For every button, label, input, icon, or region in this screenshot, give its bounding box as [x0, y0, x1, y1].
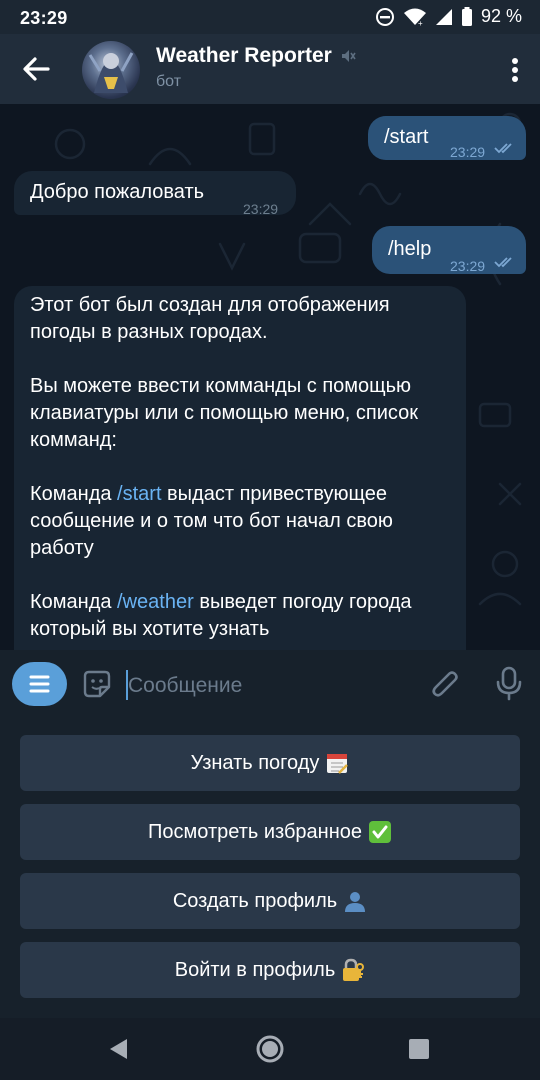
bust-silhouette-emoji-icon	[345, 892, 366, 912]
chat-subtitle: бот	[156, 73, 182, 90]
help-paragraph-start: Команда /start выдаст привествующее сооб…	[30, 483, 393, 559]
message-incoming-help[interactable]: Этот бот был создан для отображения пого…	[14, 286, 466, 650]
message-outgoing[interactable]: /start 23:29	[368, 116, 526, 160]
message-text: Добро пожаловать	[30, 181, 205, 203]
more-vert-icon[interactable]	[510, 55, 520, 85]
bot-name: Weather Reporter	[156, 44, 332, 67]
message-time: 23:29	[243, 201, 279, 217]
do-not-disturb-icon	[375, 7, 394, 26]
message-composer: Сообщение	[0, 650, 540, 720]
keyboard-button-create-profile[interactable]: Создать профиль	[20, 873, 520, 929]
nav-home-icon[interactable]	[255, 1034, 285, 1064]
nav-back-icon[interactable]	[107, 1037, 131, 1061]
keyboard-button-login[interactable]: Войти в профиль	[20, 942, 520, 998]
bot-avatar[interactable]	[82, 41, 140, 99]
read-checkmarks-icon	[494, 257, 512, 268]
status-icons: + 92 %	[375, 6, 522, 27]
help-paragraph-usage: Вы можете ввести комманды с помощью клав…	[30, 375, 418, 451]
sticker-icon[interactable]	[80, 667, 114, 701]
status-time: 23:29	[20, 8, 68, 28]
locked-with-key-emoji-icon	[343, 958, 365, 981]
back-arrow-icon[interactable]	[20, 54, 52, 84]
keyboard-button-favorites[interactable]: Посмотреть избранное	[20, 804, 520, 860]
attach-icon[interactable]	[430, 667, 462, 703]
keyboard-button-label: Войти в профиль	[174, 958, 336, 981]
message-text: /start	[384, 126, 429, 148]
nav-recents-icon[interactable]	[408, 1038, 430, 1060]
message-incoming[interactable]: Добро пожаловать 23:29	[14, 171, 296, 217]
muted-icon	[341, 50, 356, 62]
command-link-weather[interactable]: /weather	[117, 591, 194, 613]
read-checkmarks-icon	[494, 143, 512, 154]
microphone-icon[interactable]	[495, 666, 523, 702]
keyboard-button-label: Посмотреть избранное	[148, 820, 362, 843]
check-mark-emoji-icon	[368, 821, 391, 843]
help-paragraph-intro: Этот бот был создан для отображения пого…	[30, 294, 390, 343]
bot-menu-button[interactable]	[12, 662, 67, 706]
avatar-image	[88, 52, 134, 93]
message-list[interactable]: /start 23:29 Добро пожаловать 23:29 /hel…	[0, 104, 540, 650]
keyboard-button-label: Создать профиль	[172, 889, 338, 912]
calendar-emoji-icon	[327, 754, 349, 774]
signal-icon	[435, 8, 452, 25]
menu-icon	[29, 675, 50, 693]
system-navigation-bar	[0, 1018, 540, 1080]
keyboard-button-weather[interactable]: Узнать погоду	[20, 735, 520, 791]
message-outgoing[interactable]: /help 23:29	[372, 226, 526, 274]
command-link-start[interactable]: /start	[117, 483, 161, 505]
svg-text:+: +	[418, 19, 423, 27]
battery-percent: 92 %	[480, 6, 522, 26]
status-bar: 23:29 + 92 %	[0, 0, 540, 34]
bot-reply-keyboard: Узнать погоду Посмотреть избранное Созда…	[0, 720, 540, 1018]
keyboard-button-label: Узнать погоду	[190, 751, 320, 774]
help-paragraph-weather: Команда /weather выведет погоду города к…	[30, 591, 412, 640]
chat-header: Weather Reporter бот	[0, 34, 540, 104]
battery-icon	[461, 6, 472, 26]
message-time: 23:29	[450, 144, 486, 160]
message-input[interactable]: Сообщение	[128, 674, 242, 698]
message-time: 23:29	[450, 258, 486, 274]
message-text: /help	[388, 238, 432, 260]
wifi-icon: +	[403, 8, 426, 27]
chat-title[interactable]: Weather Reporter	[156, 44, 356, 68]
